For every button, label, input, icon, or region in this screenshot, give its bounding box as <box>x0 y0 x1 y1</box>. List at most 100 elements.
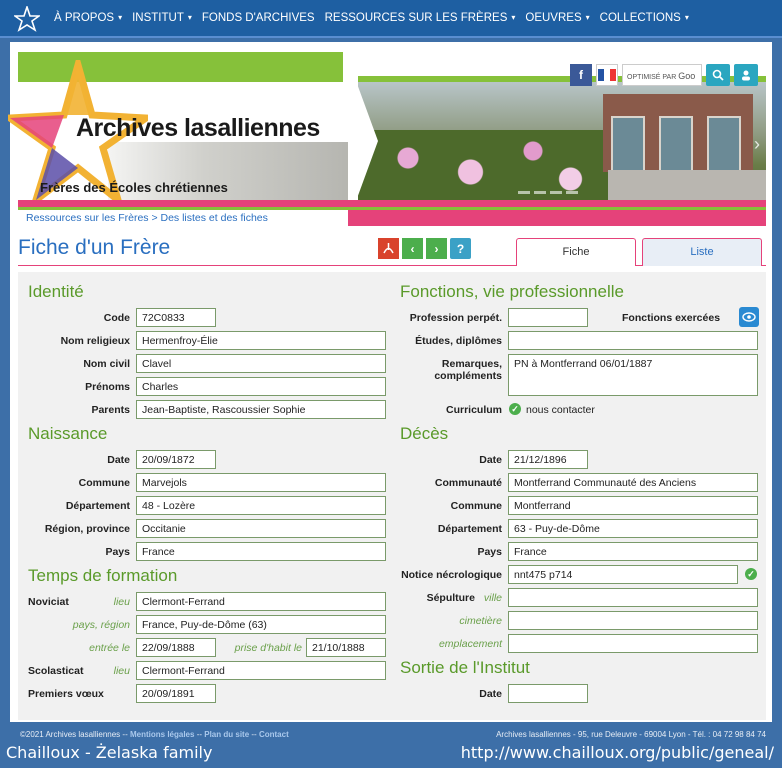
pdf-icon[interactable] <box>378 238 399 259</box>
deces-pays-field[interactable]: France <box>508 542 758 561</box>
deces-commune-label: Commune <box>450 500 502 512</box>
deces-commune-field[interactable]: Montferrand <box>508 496 758 515</box>
facebook-icon[interactable]: f <box>570 64 592 86</box>
plan-du-site-link[interactable]: Plan du site <box>204 730 249 739</box>
page-toolbar: ‹ › ? <box>378 238 471 259</box>
breadcrumb: Ressources sur les Frères > Des listes e… <box>18 210 348 226</box>
prise-habit-label: prise d'habit le <box>234 642 302 654</box>
prise-habit-field[interactable]: 21/10/1888 <box>306 638 386 657</box>
copyright: ©2021 Archives lasalliennes <box>20 730 121 739</box>
menu-institut[interactable]: INSTITUT ▾ <box>132 12 192 24</box>
naissance-pays-field[interactable]: France <box>136 542 386 561</box>
top-navigation: À PROPOS ▾ INSTITUT ▾ FONDS D'ARCHIVES RES… <box>0 0 782 38</box>
eye-icon[interactable] <box>739 307 759 327</box>
nom-civil-label: Nom civil <box>83 358 130 370</box>
search-input[interactable]: OPTIMISÉ PAR Goo <box>622 64 702 86</box>
next-icon[interactable]: › <box>426 238 447 259</box>
profession-field[interactable] <box>508 308 588 327</box>
section-fonctions: Fonctions, vie professionnelle <box>400 282 624 301</box>
cimetiere-label: cimetière <box>459 615 502 627</box>
previous-icon[interactable]: ‹ <box>402 238 423 259</box>
remarques-field[interactable]: PN à Montferrand 06/01/1887 <box>508 354 758 396</box>
breadcrumb-pink-bar <box>348 210 766 226</box>
entree-field[interactable]: 22/09/1888 <box>136 638 216 657</box>
section-sortie: Sortie de l'Institut <box>400 658 530 677</box>
header-tools: f OPTIMISÉ PAR Goo <box>570 64 758 86</box>
etudes-field[interactable] <box>508 331 758 350</box>
nom-civil-field[interactable]: Clavel <box>136 354 386 373</box>
deces-departement-field[interactable]: 63 - Puy-de-Dôme <box>508 519 758 538</box>
star-logo-icon[interactable] <box>14 6 40 32</box>
naissance-commune-field[interactable]: Marvejols <box>136 473 386 492</box>
ville-field[interactable] <box>508 588 758 607</box>
check-icon: ✓ <box>509 403 521 415</box>
premiers-voeux-label: Premiers vœux <box>28 688 104 700</box>
main-menu: À PROPOS ▾ INSTITUT ▾ FONDS D'ARCHIVES RES… <box>54 12 699 24</box>
footer: ©2021 Archives lasalliennes -- Mentions … <box>10 726 772 742</box>
tab-liste[interactable]: Liste <box>642 238 762 266</box>
code-label: Code <box>103 312 130 324</box>
naissance-pays-label: Pays <box>105 546 130 558</box>
watermark-family: Chailloux - Żelaska family <box>6 743 213 762</box>
curriculum-value: nous contacter <box>526 404 595 416</box>
communaute-field[interactable]: Montferrand Communauté des Anciens <box>508 473 758 492</box>
caret-down-icon: ▾ <box>511 13 516 22</box>
code-field[interactable]: 72C0833 <box>136 308 216 327</box>
deces-date-field[interactable]: 21/12/1896 <box>508 450 588 469</box>
pays-region-field[interactable]: France, Puy-de-Dôme (63) <box>136 615 386 634</box>
emplacement-field[interactable] <box>508 634 758 653</box>
content-panel: ‹ › Archives lasalliennes Frères des Éco… <box>8 42 772 722</box>
parents-field[interactable]: Jean-Baptiste, Rascoussier Sophie <box>136 400 386 419</box>
page-title: Fiche d'un Frère <box>18 236 171 259</box>
profession-label: Profession perpét. <box>409 312 502 324</box>
naissance-departement-label: Département <box>65 500 130 512</box>
prenoms-label: Prénoms <box>85 381 130 393</box>
watermark-url: http://www.chailloux.org/public/geneal/ <box>460 743 774 762</box>
notice-label: Notice nécrologique <box>401 569 502 581</box>
footer-address: Archives lasalliennes - 95, rue Deleuvre… <box>496 730 766 739</box>
naissance-departement-field[interactable]: 48 - Lozère <box>136 496 386 515</box>
record-form: Identité Code 72C0833 Nom religieux Herm… <box>18 272 766 720</box>
breadcrumb-link[interactable]: Ressources sur les Frères > Des listes e… <box>26 212 268 224</box>
menu-oeuvres[interactable]: OEUVRES ▾ <box>525 12 589 24</box>
contact-link[interactable]: Contact <box>259 730 289 739</box>
prenoms-field[interactable]: Charles <box>136 377 386 396</box>
banner-photo: ‹ › <box>358 82 766 200</box>
footer-links: ©2021 Archives lasalliennes -- Mentions … <box>20 730 289 739</box>
carousel-dots[interactable] <box>518 191 578 194</box>
scolasticat-lieu-field[interactable]: Clermont-Ferrand <box>136 661 386 680</box>
help-icon[interactable]: ? <box>450 238 471 259</box>
ville-label: ville <box>483 592 502 604</box>
mentions-legales-link[interactable]: Mentions légales <box>130 730 194 739</box>
pays-region-label: pays, région <box>72 619 130 631</box>
nom-religieux-field[interactable]: Hermenfroy-Élie <box>136 331 386 350</box>
notice-field[interactable]: nnt475 p714 <box>508 565 738 584</box>
menu-ressources-freres[interactable]: RESSOURCES SUR LES FRÈRES ▾ <box>325 12 516 24</box>
check-icon: ✓ <box>745 568 757 580</box>
carousel-next-icon[interactable]: › <box>754 134 760 155</box>
entree-label: entrée le <box>89 642 130 654</box>
naissance-region-field[interactable]: Occitanie <box>136 519 386 538</box>
noviciat-lieu-label: lieu <box>113 596 130 608</box>
cimetiere-field[interactable] <box>508 611 758 630</box>
user-icon[interactable] <box>734 64 758 86</box>
menu-collections[interactable]: COLLECTIONS ▾ <box>600 12 689 24</box>
naissance-region-label: Région, province <box>44 523 130 535</box>
search-icon[interactable] <box>706 64 730 86</box>
premiers-voeux-field[interactable]: 20/09/1891 <box>136 684 216 703</box>
french-flag-icon[interactable] <box>596 64 618 86</box>
fonctions-exercees-label: Fonctions exercées <box>622 312 721 324</box>
sortie-date-field[interactable] <box>508 684 588 703</box>
menu-a-propos[interactable]: À PROPOS ▾ <box>54 12 122 24</box>
naissance-date-field[interactable]: 20/09/1872 <box>136 450 216 469</box>
deces-date-label: Date <box>479 454 502 466</box>
tab-fiche[interactable]: Fiche <box>516 238 636 266</box>
menu-fonds-archives[interactable]: FONDS D'ARCHIVES <box>202 12 315 24</box>
parents-label: Parents <box>91 404 130 416</box>
section-identite: Identité <box>28 282 84 301</box>
scolasticat-lieu-label: lieu <box>113 665 130 677</box>
noviciat-lieu-field[interactable]: Clermont-Ferrand <box>136 592 386 611</box>
page-header: Fiche d'un Frère ‹ › ? Fiche Liste <box>18 232 766 266</box>
deces-departement-label: Département <box>437 523 502 535</box>
naissance-date-label: Date <box>107 454 130 466</box>
